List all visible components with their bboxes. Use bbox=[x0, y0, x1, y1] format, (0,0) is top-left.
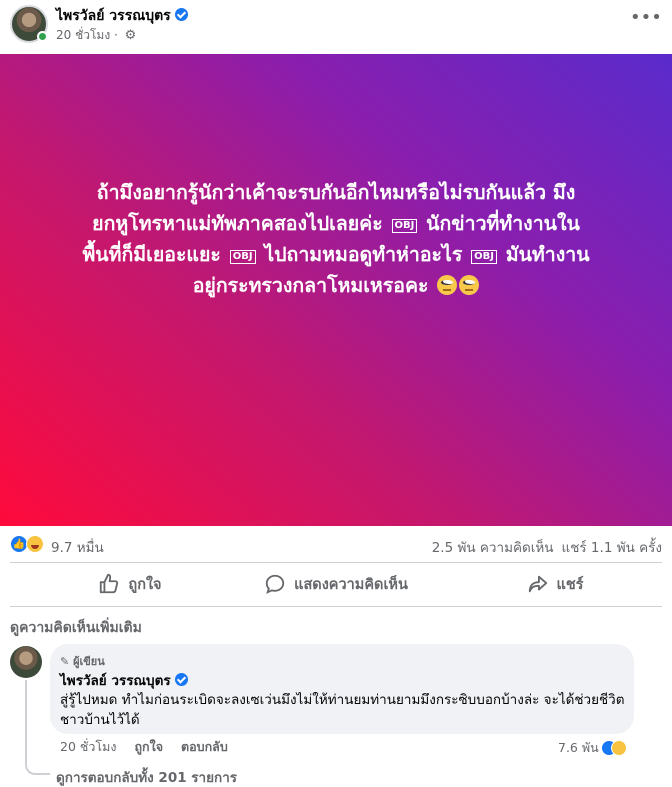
comment-bubble: ✎ ผู้เขียน ไพรวัลย์ วรรณบุตร สู่รู้ไปหมด… bbox=[50, 644, 634, 734]
commenter-name[interactable]: ไพรวัลย์ วรรณบุตร bbox=[60, 673, 171, 689]
verified-badge-icon bbox=[174, 8, 188, 21]
thumbs-up-icon bbox=[100, 573, 119, 594]
commenter-avatar[interactable] bbox=[10, 646, 42, 678]
obj-placeholder: OBJ bbox=[391, 219, 418, 233]
post-text-line: ถ้ามึงอยากรู้นักว่าเค้าจะรบกันอีกไหมหรือ… bbox=[96, 181, 576, 204]
comment-bubble-icon bbox=[265, 574, 285, 594]
commenter-name-row: ไพรวัลย์ วรรณบุตร bbox=[60, 669, 188, 691]
haha-reaction-icon[interactable] bbox=[26, 535, 44, 553]
comment-like-link[interactable]: ถูกใจ bbox=[134, 739, 163, 754]
comment-reactions[interactable]: 7.6 พัน bbox=[558, 738, 627, 758]
post-text-segment: ไปถามหมอดูทำห่าอะไร bbox=[264, 243, 463, 266]
verified-badge-icon bbox=[174, 673, 188, 686]
view-more-comments-link[interactable]: ดูความคิดเห็นเพิ่มเติม bbox=[10, 617, 142, 639]
post-text-segment: มันทำงาน bbox=[505, 243, 590, 266]
online-status-dot bbox=[37, 31, 48, 42]
comment-text: สู่รู้ไปหมด ทำไมก่อนระเบิดจะลงเซเว่นมึงไ… bbox=[60, 692, 625, 728]
stats-right: 2.5 พัน ความคิดเห็น แชร์ 1.1 พัน ครั้ง bbox=[432, 536, 662, 558]
comments-count[interactable]: 2.5 พัน ความคิดเห็น bbox=[432, 540, 554, 556]
shares-count[interactable]: แชร์ 1.1 พัน ครั้ง bbox=[562, 540, 662, 556]
post-text-line: ยกหูโทรหาแม่ทัพภาคสองไปเลยค่ะ OBJ นักข่า… bbox=[16, 208, 656, 239]
post-text-segment: พื้นที่ก็มีเยอะแยะ bbox=[82, 243, 221, 266]
share-button-label: แชร์ bbox=[556, 576, 584, 593]
post-text: ถ้ามึงอยากรู้นักว่าเค้าจะรบกันอีกไหมหรือ… bbox=[16, 177, 656, 301]
meta-separator: · bbox=[114, 28, 118, 42]
post-header: ไพรวัลย์ วรรณบุตร 20 ชั่วโมง · ⚙ ••• bbox=[0, 0, 672, 54]
like-button[interactable]: ถูกใจ bbox=[70, 566, 190, 602]
divider bbox=[10, 606, 662, 607]
post-timestamp[interactable]: 20 ชั่วโมง bbox=[56, 28, 110, 42]
post-text-line: อยู่กระทรวงกลาโหมเหรอคะ bbox=[16, 270, 656, 301]
post-text-line: พื้นที่ก็มีเยอะแยะ OBJ ไปถามหมอดูทำห่าอะ… bbox=[16, 239, 656, 270]
comment-time[interactable]: 20 ชั่วโมง bbox=[60, 739, 116, 754]
reply-thread-line bbox=[25, 680, 50, 775]
haha-reaction-icon bbox=[610, 740, 627, 756]
view-replies-link[interactable]: ดูการตอบกลับทั้ง 201 รายการ bbox=[56, 766, 237, 787]
eye-roll-emoji-icon bbox=[459, 275, 480, 295]
comment-reply-link[interactable]: ตอบกลับ bbox=[181, 739, 228, 754]
more-options-button[interactable]: ••• bbox=[630, 7, 662, 36]
like-button-label: ถูกใจ bbox=[128, 576, 162, 593]
pencil-icon: ✎ bbox=[60, 655, 70, 668]
reactions-count[interactable]: 9.7 หมื่น bbox=[51, 536, 104, 558]
more-options-icon: ••• bbox=[630, 7, 662, 28]
author-badge-label: ผู้เขียน bbox=[73, 655, 105, 668]
obj-placeholder: OBJ bbox=[229, 250, 256, 264]
obj-placeholder: OBJ bbox=[471, 250, 497, 264]
comment-button-label: แสดงความคิดเห็น bbox=[294, 576, 408, 593]
divider bbox=[10, 562, 662, 563]
gear-icon[interactable]: ⚙ bbox=[125, 28, 137, 43]
post-meta: 20 ชั่วโมง · ⚙ bbox=[56, 26, 136, 45]
eye-roll-emoji-icon bbox=[437, 275, 458, 295]
share-button[interactable]: แชร์ bbox=[520, 566, 590, 602]
author-name-row[interactable]: ไพรวัลย์ วรรณบุตร bbox=[56, 5, 188, 27]
comment-button[interactable]: แสดงความคิดเห็น bbox=[252, 566, 420, 602]
post-text-segment: อยู่กระทรวงกลาโหมเหรอคะ bbox=[192, 274, 429, 297]
post-text-segment: นักข่าวที่ทำงานใน bbox=[426, 212, 580, 235]
author-badge: ✎ ผู้เขียน bbox=[60, 652, 105, 670]
share-arrow-icon bbox=[528, 575, 547, 593]
post-text-segment: ยกหูโทรหาแม่ทัพภาคสองไปเลยค่ะ bbox=[92, 212, 383, 235]
post-stats: 👍 9.7 หมื่น 2.5 พัน ความคิดเห็น แชร์ 1.1 … bbox=[0, 532, 672, 558]
comment-meta: 20 ชั่วโมง ถูกใจ ตอบกลับ bbox=[60, 737, 246, 757]
author-name[interactable]: ไพรวัลย์ วรรณบุตร bbox=[56, 8, 171, 24]
comment-reaction-count: 7.6 พัน bbox=[558, 740, 599, 755]
post-actions: ถูกใจ แสดงความคิดเห็น แชร์ bbox=[0, 566, 672, 602]
